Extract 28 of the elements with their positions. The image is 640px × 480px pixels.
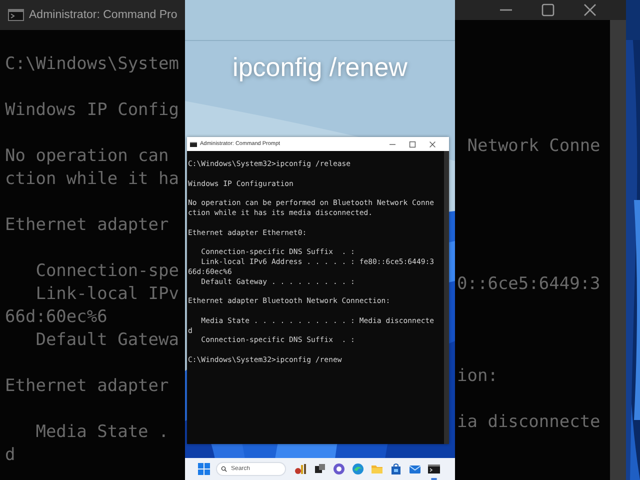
close-icon[interactable] (429, 140, 436, 148)
console-line: ia disconnecte (457, 411, 602, 434)
maximize-icon[interactable] (409, 140, 416, 148)
terminal-icon[interactable] (427, 462, 441, 480)
console-line: Ethernet adapter (5, 375, 170, 398)
console-line: ion: (457, 365, 499, 388)
console-line: No operation can (5, 145, 170, 168)
close-icon[interactable] (583, 3, 597, 17)
console-line: 0::6ce5:6449:3 (457, 273, 602, 296)
maximize-icon[interactable] (541, 3, 555, 17)
console-line: Ethernet adapter (5, 214, 170, 237)
console-line: Connection-spe (34, 260, 180, 283)
console-line: Media State . (34, 421, 170, 444)
console-icon (190, 142, 197, 146)
window-title: Administrator: Command Pro (29, 9, 178, 21)
console-icon (8, 9, 24, 21)
scrollbar[interactable] (444, 151, 449, 444)
console-line: d (5, 444, 16, 467)
caption-text: ipconfig /renew (232, 51, 408, 83)
console-line: Default Gatewa (34, 329, 180, 352)
console-line: ction while it ha (5, 168, 180, 191)
console-line: 66d:60ec%6 (5, 306, 108, 329)
search-icon (221, 466, 227, 472)
console-line: Network Conne (466, 135, 602, 158)
scrollbar[interactable] (610, 20, 626, 480)
console-line: C:\Windows\System (5, 53, 180, 76)
console-line: Windows IP Config (5, 99, 180, 122)
console-line: Link-local IPv (34, 283, 180, 306)
